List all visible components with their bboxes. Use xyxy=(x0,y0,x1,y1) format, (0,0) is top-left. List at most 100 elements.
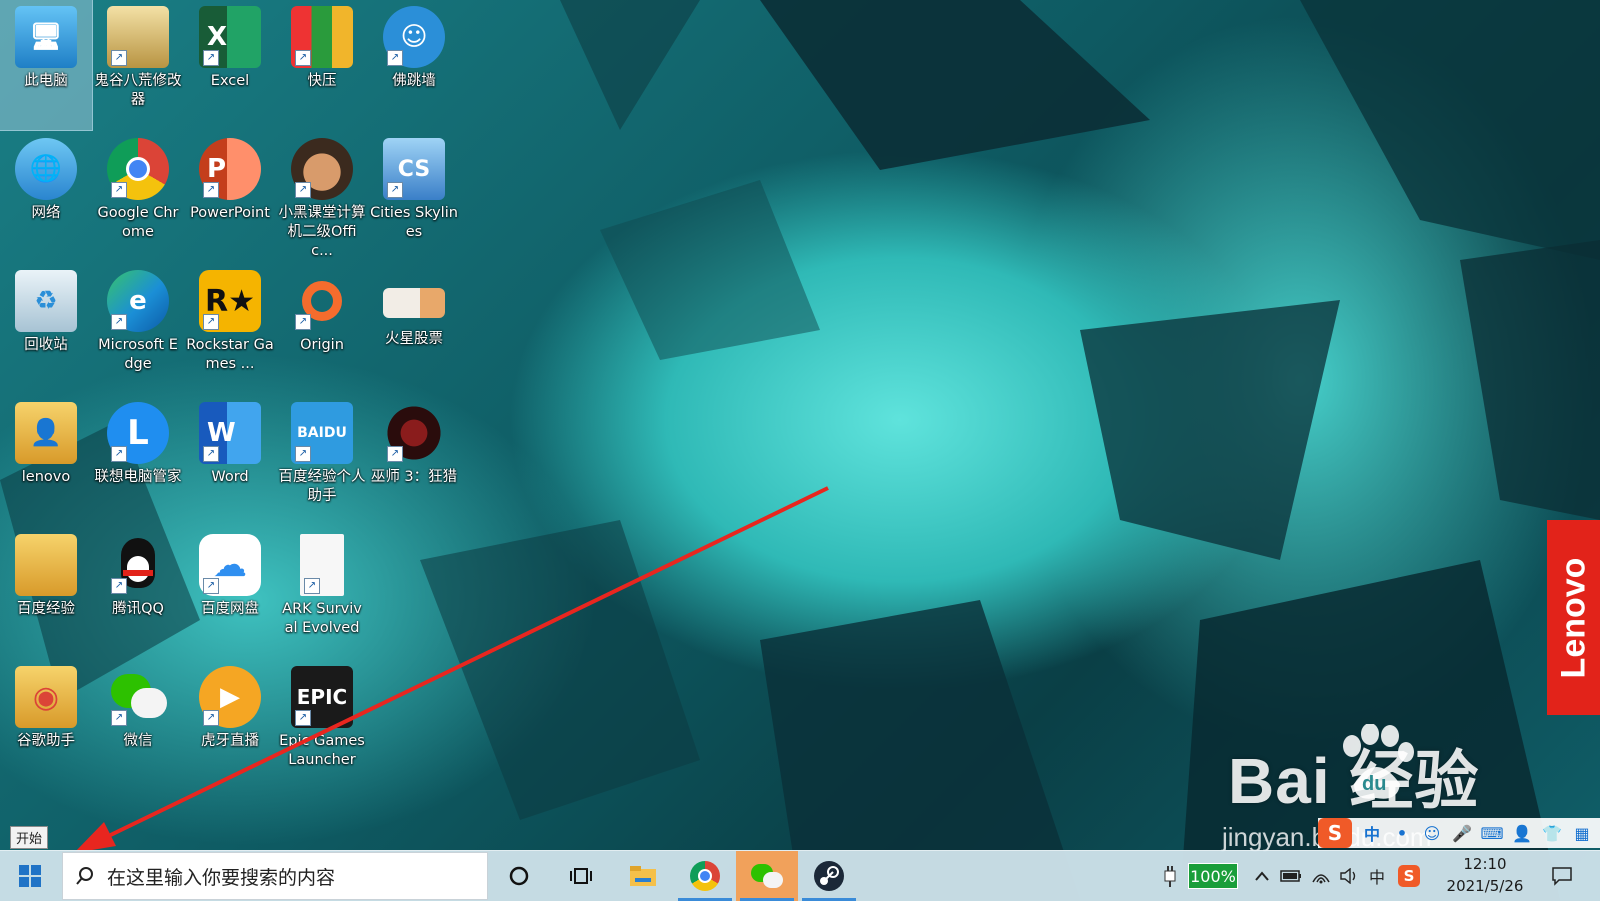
wifi-icon[interactable] xyxy=(1308,851,1334,901)
desktop-icon-modifier[interactable]: ↗ 鬼谷八荒修改器 xyxy=(92,0,184,130)
windows-logo-icon xyxy=(19,865,41,887)
google-helper-icon: ◉ xyxy=(15,666,77,728)
power-plug-icon[interactable] xyxy=(1158,851,1182,901)
sogou-tray-icon[interactable]: S xyxy=(1394,851,1424,901)
desktop-icon-origin[interactable]: ↗ Origin xyxy=(276,264,368,394)
sogou-ime-logo-icon[interactable]: S xyxy=(1318,818,1352,848)
ime-toolbox-icon[interactable]: ▦ xyxy=(1570,821,1594,845)
desktop-icon-chrome[interactable]: ↗ Google Chrome xyxy=(92,132,184,262)
xiaohei-icon: ↗ xyxy=(291,138,353,200)
ime-chinese-mode[interactable]: 中 xyxy=(1360,821,1384,845)
clock-time: 12:10 xyxy=(1463,855,1507,873)
chrome-taskbar-button[interactable] xyxy=(674,851,736,901)
notification-center-button[interactable] xyxy=(1540,851,1584,901)
start-button[interactable] xyxy=(0,851,60,901)
icon-label: 联想电脑管家 xyxy=(94,469,182,485)
icon-label: ARK Survival Evolved xyxy=(282,601,362,636)
taskbar-search-box[interactable]: 在这里输入你要搜索的内容 xyxy=(62,852,488,900)
desktop-icon-google-helper[interactable]: ◉ 谷歌助手 xyxy=(0,660,92,790)
modifier-icon: ↗ xyxy=(107,6,169,68)
shortcut-arrow-icon: ↗ xyxy=(387,446,403,462)
desktop-icon-powerpoint[interactable]: P ↗ PowerPoint xyxy=(184,132,276,262)
lenovo-manager-icon: L ↗ xyxy=(107,402,169,464)
desktop-icon-huoxing-stock[interactable]: 火星股票 xyxy=(368,264,460,394)
desktop-icon-wechat[interactable]: ↗ 微信 xyxy=(92,660,184,790)
icon-label: Rockstar Games ... xyxy=(186,337,274,372)
cortana-icon xyxy=(509,866,529,886)
recycle-bin-icon: ♻ xyxy=(15,270,77,332)
volume-icon[interactable] xyxy=(1336,851,1362,901)
desktop-icon-huya[interactable]: ▶ ↗ 虎牙直播 xyxy=(184,660,276,790)
icon-label: Microsoft Edge xyxy=(98,337,178,372)
start-tooltip: 开始 xyxy=(10,826,49,849)
desktop-icon-epic[interactable]: EPIC ↗ Epic Games Launcher xyxy=(276,660,368,790)
desktop-icon-baidu-netdisk[interactable]: ☁ ↗ 百度网盘 xyxy=(184,528,276,658)
word-icon: W ↗ xyxy=(199,402,261,464)
fotiaoqiang-icon: ☺ ↗ xyxy=(383,6,445,68)
task-view-button[interactable] xyxy=(550,851,612,901)
origin-icon: ↗ xyxy=(291,270,353,332)
ime-voice-icon[interactable]: 🎤 xyxy=(1450,821,1474,845)
shortcut-arrow-icon: ↗ xyxy=(304,578,320,594)
chrome-icon: ↗ xyxy=(107,138,169,200)
system-clock[interactable]: 12:10 2021/5/26 xyxy=(1440,853,1530,897)
wechat-taskbar-button[interactable] xyxy=(736,851,798,901)
desktop-icon-baidu-jingyan-helper[interactable]: BAIDU ↗ 百度经验个人助手 xyxy=(276,396,368,526)
icon-label: 佛跳墙 xyxy=(392,73,436,89)
desktop-icon-this-pc[interactable]: 🖥 此电脑 xyxy=(0,0,93,131)
icon-label: 腾讯QQ xyxy=(112,601,164,617)
shortcut-arrow-icon: ↗ xyxy=(387,182,403,198)
excel-icon: X ↗ xyxy=(199,6,261,68)
battery-icon[interactable] xyxy=(1278,851,1304,901)
battery-percent-badge[interactable]: 100% xyxy=(1188,863,1238,889)
steam-icon xyxy=(814,861,844,891)
svg-text:du: du xyxy=(1362,773,1386,795)
ime-toolbar[interactable]: 中 • ☺ 🎤 ⌨ 👤 👕 ▦ xyxy=(1318,818,1600,848)
cities-skylines-icon: CS ↗ xyxy=(383,138,445,200)
shortcut-arrow-icon: ↗ xyxy=(111,710,127,726)
ime-user-icon[interactable]: 👤 xyxy=(1510,821,1534,845)
folder-user-icon: 👤 xyxy=(15,402,77,464)
desktop-icon-baidu-jingyan[interactable]: 百度经验 xyxy=(0,528,92,658)
desktop-icon-kuaiya[interactable]: ↗ 快压 xyxy=(276,0,368,130)
desktop-icon-word[interactable]: W ↗ Word xyxy=(184,396,276,526)
desktop-icon-edge[interactable]: e ↗ Microsoft Edge xyxy=(92,264,184,394)
cortana-button[interactable] xyxy=(488,851,550,901)
shortcut-arrow-icon: ↗ xyxy=(295,710,311,726)
desktop-icon-excel[interactable]: X ↗ Excel xyxy=(184,0,276,130)
ime-punctuation-icon[interactable]: • xyxy=(1390,821,1414,845)
icon-label: 微信 xyxy=(123,733,153,749)
task-view-icon xyxy=(570,868,592,884)
desktop-icon-ark[interactable]: ↗ ARK Survival Evolved xyxy=(276,528,368,658)
desktop-icon-xiaohei[interactable]: ↗ 小黑课堂计算机二级Offic... xyxy=(276,132,368,262)
ime-skin-icon[interactable]: 👕 xyxy=(1540,821,1564,845)
shortcut-arrow-icon: ↗ xyxy=(203,710,219,726)
ime-language-indicator[interactable]: 中 xyxy=(1364,851,1390,901)
this-pc-icon: 🖥 xyxy=(15,6,77,68)
witcher-icon: ↗ xyxy=(383,402,445,464)
desktop-icon-fotiaoqiang[interactable]: ☺ ↗ 佛跳墙 xyxy=(368,0,460,130)
rockstar-icon: R★ ↗ xyxy=(199,270,261,332)
icon-label: 火星股票 xyxy=(385,331,443,347)
desktop-icon-cities-skylines[interactable]: CS ↗ Cities Skylines xyxy=(368,132,460,262)
desktop-icon-qq[interactable]: ↗ 腾讯QQ xyxy=(92,528,184,658)
steam-taskbar-button[interactable] xyxy=(798,851,860,901)
desktop-icon-rockstar[interactable]: R★ ↗ Rockstar Games ... xyxy=(184,264,276,394)
shortcut-arrow-icon: ↗ xyxy=(387,50,403,66)
desktop-icon-lenovo-manager[interactable]: L ↗ 联想电脑管家 xyxy=(92,396,184,526)
chevron-up-icon[interactable] xyxy=(1250,851,1274,901)
clock-date: 2021/5/26 xyxy=(1446,877,1524,895)
file-explorer-button[interactable] xyxy=(612,851,674,901)
search-placeholder: 在这里输入你要搜索的内容 xyxy=(107,866,336,889)
ime-keyboard-icon[interactable]: ⌨ xyxy=(1480,821,1504,845)
icon-label: 虎牙直播 xyxy=(201,733,259,749)
shortcut-arrow-icon: ↗ xyxy=(111,182,127,198)
desktop-icon-lenovo[interactable]: 👤 lenovo xyxy=(0,396,92,526)
desktop-icon-witcher[interactable]: ↗ 巫师 3：狂猎 xyxy=(368,396,460,526)
desktop-icon-network[interactable]: 🌐 网络 xyxy=(0,132,92,262)
ime-emoji-icon[interactable]: ☺ xyxy=(1420,821,1444,845)
wechat-icon: ↗ xyxy=(107,666,169,728)
shortcut-arrow-icon: ↗ xyxy=(203,446,219,462)
baidu-jingyan-helper-icon: BAIDU ↗ xyxy=(291,402,353,464)
desktop-icon-recycle-bin[interactable]: ♻ 回收站 xyxy=(0,264,92,394)
